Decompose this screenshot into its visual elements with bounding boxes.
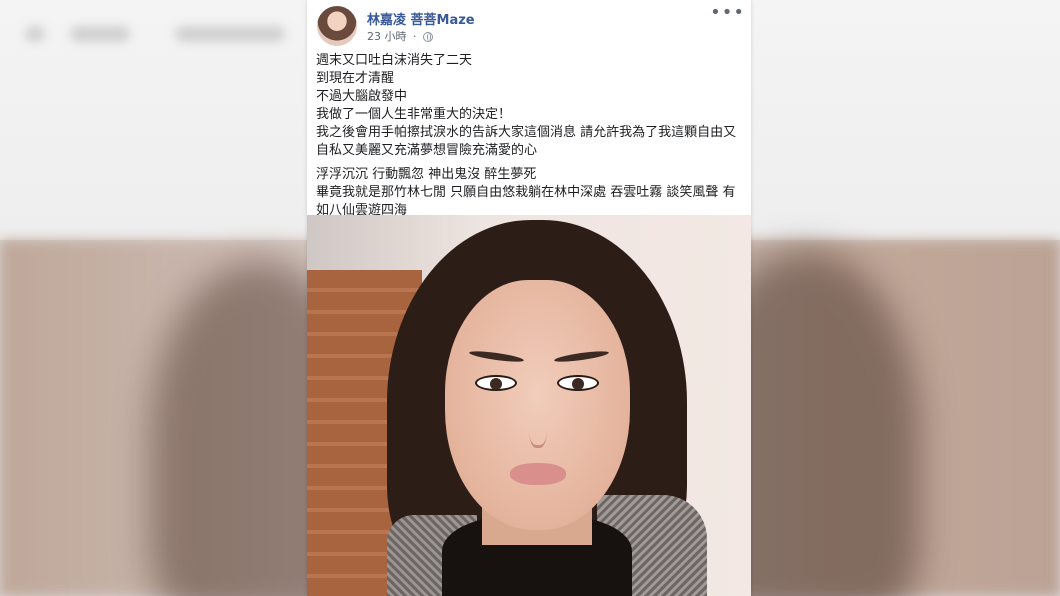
- author-avatar[interactable]: [317, 6, 357, 46]
- blurred-ghost-icon: [25, 26, 45, 42]
- post-line: 浮浮沉沉 行動飄忽 神出鬼沒 醉生夢死: [316, 167, 537, 182]
- more-options-icon[interactable]: •••: [710, 2, 745, 23]
- photo-nose: [529, 405, 547, 448]
- photo-left-eye: [475, 375, 517, 391]
- meta-separator: ·: [413, 30, 417, 43]
- author-name[interactable]: 林嘉凌 菩菩Maze: [367, 9, 475, 28]
- post-line: 我之後會用手帕擦拭淚水的告訴大家這個消息 請允許我為了我這顆自由又自私又美麗又充…: [316, 125, 737, 158]
- post-timestamp[interactable]: 23 小時: [367, 30, 407, 43]
- post-meta: 23 小時 ·: [367, 28, 433, 44]
- post-line: 我做了一個人生非常重大的決定！: [316, 107, 512, 122]
- post-card: 林嘉凌 菩菩Maze 23 小時 · ••• 週末又口吐白沫消失了二天 到現在才…: [307, 0, 751, 596]
- blurred-ghost-text: [175, 26, 285, 42]
- photo-lips: [510, 463, 566, 485]
- post-line: 週末又口吐白沫消失了二天: [316, 53, 473, 68]
- post-text: 週末又口吐白沫消失了二天 到現在才清醒 不過大腦啟發中 我做了一個人生非常重大的…: [316, 52, 744, 220]
- post-line: 不過大腦啟發中: [316, 89, 408, 104]
- post-line: 到現在才清醒: [316, 71, 395, 86]
- photo-right-eye: [557, 375, 599, 391]
- blurred-ghost-text: [70, 26, 130, 42]
- globe-icon[interactable]: [423, 32, 433, 42]
- post-photo[interactable]: [307, 215, 751, 596]
